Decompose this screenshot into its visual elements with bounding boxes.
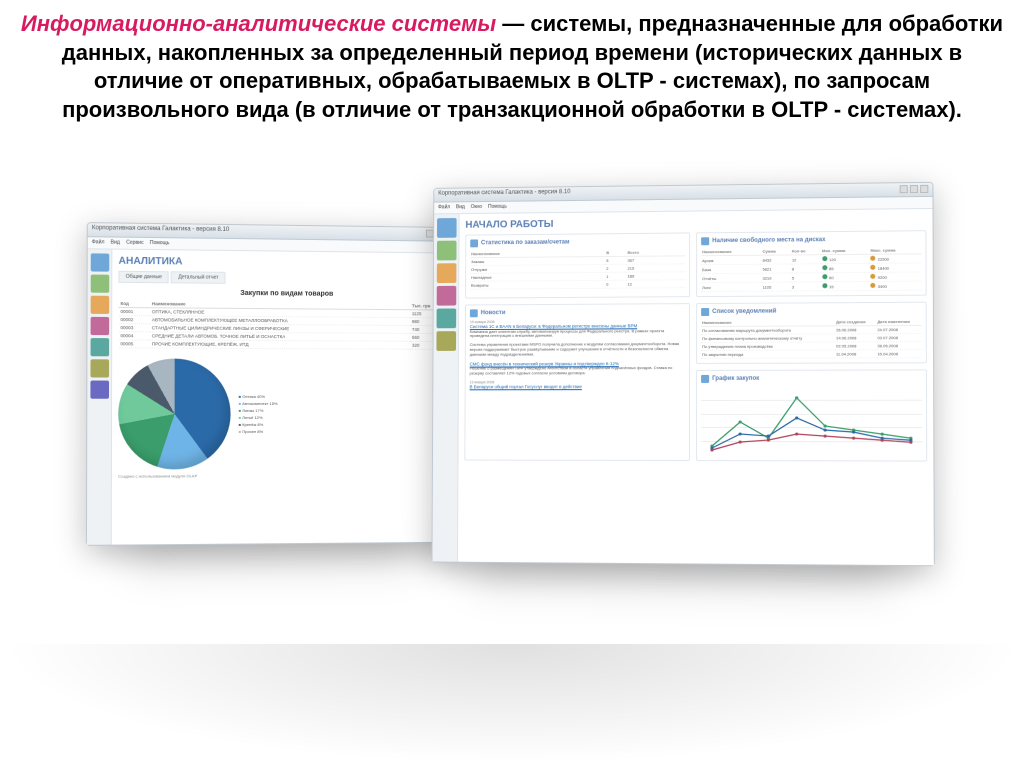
panel-title: Наличие свободного места на дисках — [712, 238, 825, 245]
news-icon — [470, 310, 478, 318]
nav-icon[interactable] — [436, 332, 456, 352]
menu-item[interactable]: Сервис — [126, 240, 144, 247]
nav-icon[interactable] — [437, 241, 457, 261]
notices-panel: Список уведомлений Наименование Дата соз… — [696, 302, 927, 364]
menu-item[interactable]: Помощь — [150, 240, 170, 247]
pane-title: АНАЛИТИКА — [119, 256, 452, 271]
nav-icon[interactable] — [91, 296, 110, 314]
nav-icon[interactable] — [437, 309, 457, 329]
maximize-icon[interactable] — [910, 185, 918, 193]
report-title: Закупки по видам товаров — [118, 289, 451, 299]
news-item: Система управления проектами MSPO получи… — [470, 343, 685, 358]
close-icon[interactable] — [920, 185, 928, 193]
window-controls — [900, 185, 929, 194]
line-chart-panel: График закупок — [696, 370, 927, 462]
panel-title: Статистика по заказам/счетам — [481, 240, 569, 247]
nav-icon[interactable] — [90, 360, 109, 378]
window-title: Корпоративная система Галактика - версия… — [92, 226, 229, 237]
stats-table: Наименование В Всего Заказы5367Отгрузки2… — [470, 249, 685, 290]
nav-icon[interactable] — [437, 218, 457, 238]
stats-panel: Статистика по заказам/счетам Наименовани… — [465, 233, 690, 299]
pane-title: НАЧАЛО РАБОТЫ — [465, 215, 926, 231]
news-item: 15 января 2008Система 1С и BAAN в Белару… — [470, 319, 685, 339]
menu-item[interactable]: Файл — [92, 240, 105, 247]
dashboard-window: Корпоративная система Галактика - версия… — [431, 182, 934, 566]
slide-text: Информационно-аналитические системы — си… — [0, 0, 1024, 124]
notices-icon — [701, 308, 709, 316]
sidebar — [87, 250, 112, 546]
nav-icon[interactable] — [91, 254, 110, 272]
panel-title: Список уведомлений — [712, 309, 776, 315]
reflection-shadow — [0, 644, 1024, 764]
illustration-area: Корпоративная система Галактика - версия… — [0, 154, 1024, 684]
disk-panel: Наличие свободного места на дисках Наиме… — [696, 231, 927, 298]
news-item: СМС фонд внесён в технический резерв Укр… — [470, 361, 685, 376]
menu-item[interactable]: Вид — [111, 240, 120, 247]
main-pane: НАЧАЛО РАБОТЫ Статистика по заказам/счет… — [458, 209, 934, 565]
nav-icon[interactable] — [91, 338, 110, 356]
purchases-table: Код Наименование Тыс. грн 00001ОПТИКА, С… — [118, 300, 452, 350]
menu-item[interactable]: Вид — [456, 205, 465, 212]
nav-icon[interactable] — [91, 317, 110, 335]
panel-title: Новости — [481, 311, 506, 317]
disk-table: Наименование Сумма Кол-во Мин. сумма Мак… — [701, 247, 921, 293]
minimize-icon[interactable] — [900, 185, 908, 193]
tab[interactable]: Детальный отчет — [171, 272, 225, 285]
subtabs: Общие данные Детальный отчет — [118, 271, 451, 286]
definition-term: Информационно-аналитические системы — [21, 11, 496, 36]
line-chart — [701, 386, 922, 457]
news-item: 13 января 2008В Беларуси общий портал Го… — [470, 380, 685, 390]
stats-icon — [470, 240, 478, 248]
footer-note: Создано с использованием модуля OLAP — [118, 473, 452, 479]
nav-icon[interactable] — [437, 286, 457, 306]
menu-item[interactable]: Помощь — [488, 204, 507, 211]
menu-item[interactable]: Файл — [438, 205, 450, 212]
analytics-window: Корпоративная система Галактика - версия… — [86, 222, 460, 546]
main-pane: АНАЛИТИКА Общие данные Детальный отчет З… — [112, 250, 459, 545]
sidebar — [432, 214, 459, 562]
chart-icon — [701, 375, 709, 383]
pie-chart — [118, 359, 230, 470]
window-title: Корпоративная система Галактика - версия… — [438, 190, 570, 200]
disk-icon — [701, 238, 709, 246]
news-panel: Новости 15 января 2008Система 1С и BAAN … — [464, 304, 690, 462]
panel-title: График закупок — [712, 376, 759, 382]
nav-icon[interactable] — [91, 275, 110, 293]
nav-icon[interactable] — [90, 381, 109, 399]
menu-item[interactable]: Окно — [471, 204, 482, 211]
pie-legend: Оптика 40%Автокомплект 15%Линзы 17%Литьё… — [239, 394, 278, 434]
notices-table: Наименование Дата создания Дата изменени… — [701, 318, 922, 359]
nav-icon[interactable] — [437, 264, 457, 284]
tab[interactable]: Общие данные — [118, 271, 169, 284]
